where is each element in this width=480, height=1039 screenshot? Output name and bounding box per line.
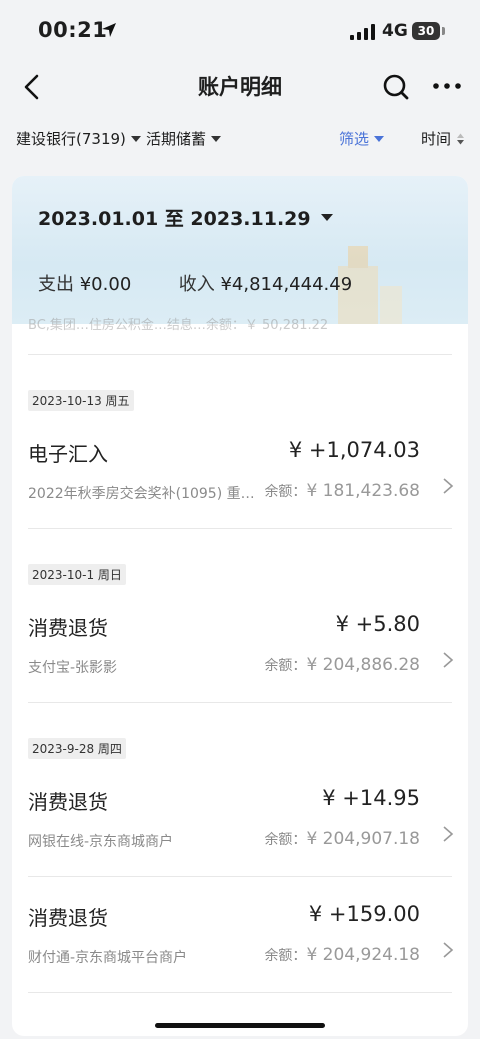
transaction-amount[interactable]: ¥ +5.80 xyxy=(336,612,420,636)
balance-text: 余额：¥ 204,907.18 xyxy=(264,829,420,849)
transaction-card: 2023.01.01 至 2023.11.29 支出 ¥0.00 收入 ¥4,8… xyxy=(12,176,468,1036)
deposit-type-selector[interactable]: 活期储蓄 xyxy=(146,128,222,149)
transaction-amount[interactable]: ¥ +159.00 xyxy=(309,902,420,926)
balance-text: 余额：¥ 204,924.18 xyxy=(264,945,420,965)
chevron-right-icon[interactable] xyxy=(442,477,454,495)
expense-label: 支出 xyxy=(38,274,74,295)
balance-value: ¥ 181,423.68 xyxy=(306,481,420,501)
sort-by-time-button[interactable]: 时间 xyxy=(421,128,465,149)
partial-row-text: BC,集团…住房公积金…结息…余额：￥ 50,281.22 xyxy=(28,318,329,332)
sort-label: 时间 xyxy=(421,130,452,148)
chevron-down-icon xyxy=(211,135,222,142)
balance-value: ¥ 204,924.18 xyxy=(306,945,420,965)
transaction-description: 网银在线-京东商城商户 xyxy=(28,834,174,850)
chevron-down-icon xyxy=(130,135,141,142)
divider xyxy=(28,528,452,529)
summary-totals: 支出 ¥0.00 收入 ¥4,814,444.49 xyxy=(38,270,352,296)
account-selector[interactable]: 建设银行(7319) xyxy=(16,128,141,149)
chevron-right-icon[interactable] xyxy=(442,651,454,669)
account-label: 建设银行(7319) xyxy=(16,130,126,148)
transaction-title[interactable]: 电子汇入 xyxy=(28,438,108,467)
location-arrow-icon xyxy=(102,23,116,37)
divider xyxy=(28,702,452,703)
balance-text: 余额：¥ 181,423.68 xyxy=(264,481,420,501)
search-icon[interactable] xyxy=(382,73,410,101)
divider xyxy=(28,354,452,355)
balance-value: ¥ 204,886.28 xyxy=(306,655,420,675)
status-time: 00:21 xyxy=(38,18,108,42)
transaction-title[interactable]: 消费退货 xyxy=(28,902,108,931)
expense-value: ¥0.00 xyxy=(79,274,132,295)
status-bar: 00:21 4G 30 xyxy=(0,0,480,60)
transaction-description: 2022年秋季房交会奖补(1095) 重… xyxy=(28,486,255,502)
income-label: 收入 xyxy=(178,274,215,295)
deposit-type-label: 活期储蓄 xyxy=(146,130,207,148)
network-type: 4G xyxy=(382,21,408,41)
battery-cap xyxy=(442,27,445,35)
filter-bar: 建设银行(7319) 活期储蓄 筛选 时间 xyxy=(0,120,480,154)
nav-bar: 账户明细 xyxy=(0,60,480,112)
filter-label: 筛选 xyxy=(339,130,370,148)
transaction-amount[interactable]: ¥ +1,074.03 xyxy=(289,438,420,462)
balance-label: 余额： xyxy=(264,484,307,500)
cellular-signal-icon xyxy=(350,24,375,40)
chevron-down-icon xyxy=(320,214,333,221)
transaction-title[interactable]: 消费退货 xyxy=(28,612,108,641)
chevron-right-icon[interactable] xyxy=(442,825,454,843)
transaction-description: 财付通-京东商城平台商户 xyxy=(28,950,188,966)
balance-label: 余额： xyxy=(264,948,307,964)
summary-banner: 2023.01.01 至 2023.11.29 支出 ¥0.00 收入 ¥4,8… xyxy=(12,176,468,324)
transaction-amount[interactable]: ¥ +14.95 xyxy=(322,786,420,810)
battery-icon: 30 xyxy=(412,22,440,40)
date-range-selector[interactable]: 2023.01.01 至 2023.11.29 xyxy=(38,204,333,231)
chevron-down-icon xyxy=(374,135,385,142)
date-header: 2023-10-1 周日 xyxy=(28,564,126,585)
sort-icon xyxy=(457,133,465,144)
date-range-label: 2023.01.01 至 2023.11.29 xyxy=(38,208,311,230)
date-header: 2023-10-13 周五 xyxy=(28,390,134,411)
balance-label: 余额： xyxy=(264,658,307,674)
filter-button[interactable]: 筛选 xyxy=(339,128,385,149)
transaction-title[interactable]: 消费退货 xyxy=(28,786,108,815)
transaction-description: 支付宝-张影影 xyxy=(28,660,118,676)
divider xyxy=(28,876,452,877)
divider xyxy=(28,992,452,993)
more-options-icon[interactable] xyxy=(432,77,462,95)
home-indicator xyxy=(155,1023,325,1028)
income-value: ¥4,814,444.49 xyxy=(220,274,353,295)
date-header: 2023-9-28 周四 xyxy=(28,738,126,759)
balance-value: ¥ 204,907.18 xyxy=(306,829,420,849)
balance-label: 余额： xyxy=(264,832,307,848)
balance-text: 余额：¥ 204,886.28 xyxy=(264,655,420,675)
chevron-right-icon[interactable] xyxy=(442,941,454,959)
